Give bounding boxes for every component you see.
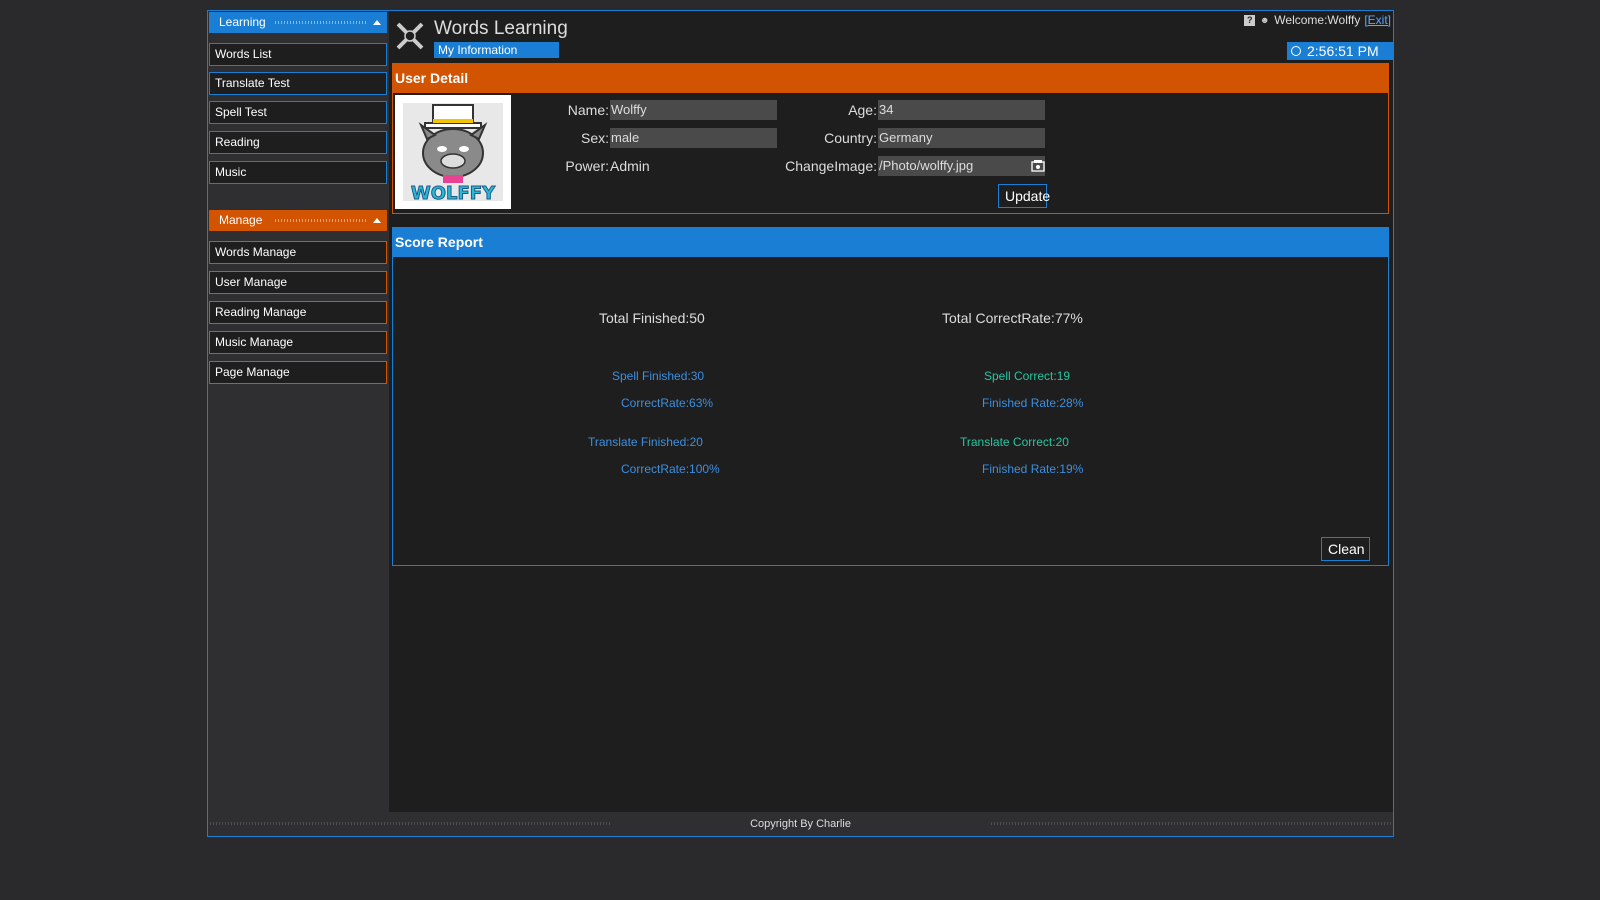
sidebar-item-words-manage[interactable]: Words Manage	[209, 241, 387, 264]
age-field[interactable]	[878, 100, 1045, 120]
sidebar-item-reading[interactable]: Reading	[209, 131, 387, 154]
translate-correct: Translate Correct:20	[960, 435, 1069, 449]
name-label: Name:	[567, 102, 609, 118]
sidebar-item-words-list[interactable]: Words List	[209, 43, 387, 66]
footer: Copyright By Charlie	[208, 812, 1393, 836]
footer-dots	[991, 822, 1391, 825]
welcome-text: Welcome:Wolffy	[1274, 13, 1361, 27]
score-report-title: Score Report	[393, 228, 1388, 257]
sex-field[interactable]	[610, 128, 777, 148]
tab-my-information[interactable]: My Information	[434, 42, 559, 58]
user-icon[interactable]: ☻	[1259, 15, 1270, 26]
change-image-label: ChangeImage:	[785, 158, 877, 174]
app-logo-icon	[396, 22, 424, 50]
copyright-text: Copyright By Charlie	[750, 818, 851, 830]
sex-label: Sex:	[580, 130, 609, 146]
browse-file-icon[interactable]	[1031, 158, 1046, 173]
translate-finished-rate: Finished Rate:19%	[982, 462, 1084, 476]
help-icon[interactable]: ?	[1244, 14, 1256, 26]
manage-group-header[interactable]: Manage	[209, 210, 387, 231]
sidebar-item-reading-manage[interactable]: Reading Manage	[209, 301, 387, 324]
spell-finished: Spell Finished:30	[612, 369, 705, 383]
collapse-caret-icon[interactable]	[373, 218, 381, 223]
age-label: Age:	[848, 102, 877, 118]
clock: 2:56:51 PM	[1287, 42, 1393, 60]
svg-text:WOLFFY: WOLFFY	[411, 183, 496, 204]
sidebar: Learning Words List Translate Test Spell…	[208, 11, 389, 812]
country-field[interactable]	[878, 128, 1045, 148]
header-dots	[275, 21, 367, 24]
spell-correct-rate: CorrectRate:63%	[621, 396, 714, 410]
clock-icon	[1291, 46, 1301, 56]
user-detail-panel: User Detail WOLFFY Name: Sex: Power	[392, 63, 1389, 214]
app-window: Learning Words List Translate Test Spell…	[207, 10, 1394, 837]
sidebar-item-spell-test[interactable]: Spell Test	[209, 101, 387, 124]
learning-group-header[interactable]: Learning	[209, 12, 387, 33]
clean-button[interactable]: Clean	[1321, 537, 1370, 561]
translate-correct-rate: CorrectRate:100%	[621, 462, 720, 476]
country-label: Country:	[824, 130, 877, 146]
exit-link[interactable]: [Exit]	[1364, 13, 1391, 27]
sidebar-item-music-manage[interactable]: Music Manage	[209, 331, 387, 354]
avatar-image: WOLFFY	[395, 95, 511, 209]
user-detail-title: User Detail	[393, 64, 1388, 93]
spell-correct: Spell Correct:19	[984, 369, 1071, 383]
power-label: Power:	[565, 158, 609, 174]
sidebar-item-page-manage[interactable]: Page Manage	[209, 361, 387, 384]
update-button[interactable]: Update	[998, 184, 1050, 208]
score-report-panel: Score Report Total Finished:50 Total Cor…	[392, 227, 1389, 566]
sidebar-item-user-manage[interactable]: User Manage	[209, 271, 387, 294]
clock-time: 2:56:51 PM	[1307, 43, 1379, 59]
name-field[interactable]	[610, 100, 777, 120]
sidebar-item-translate-test[interactable]: Translate Test	[209, 72, 387, 95]
app-title: Words Learning	[434, 18, 568, 39]
power-value: Admin	[610, 158, 650, 174]
image-path-field[interactable]	[878, 156, 1045, 176]
translate-finished: Translate Finished:20	[588, 435, 703, 449]
footer-dots	[210, 822, 610, 825]
main-area: Words Learning My Information ? ☻ Welcom…	[389, 11, 1393, 812]
total-correct-rate: Total CorrectRate:77%	[942, 310, 1083, 326]
manage-group-label: Manage	[219, 213, 263, 227]
spell-finished-rate: Finished Rate:28%	[982, 396, 1084, 410]
collapse-caret-icon[interactable]	[373, 20, 381, 25]
user-toolbar: ? ☻ Welcome:Wolffy [Exit]	[1244, 13, 1391, 27]
header-dots	[275, 219, 367, 222]
learning-group-label: Learning	[219, 15, 266, 29]
total-finished: Total Finished:50	[599, 310, 705, 326]
sidebar-item-music[interactable]: Music	[209, 161, 387, 184]
